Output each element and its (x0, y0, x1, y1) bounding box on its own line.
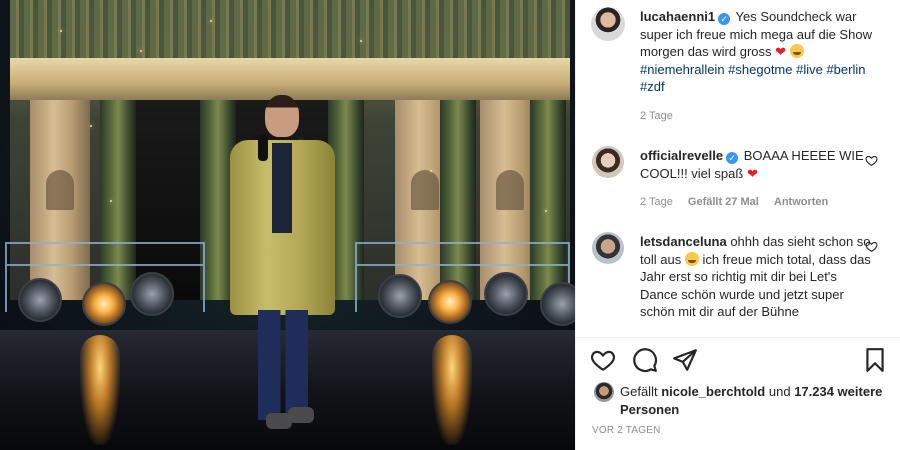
comment: officialrevelle ✓ BOAAA HEEEE WIE COOL!!!… (640, 147, 878, 182)
heart-icon[interactable] (590, 347, 616, 373)
actions-divider (576, 337, 900, 338)
stage-light (378, 274, 422, 318)
heart-eyes-emoji (684, 251, 699, 266)
comment-avatar[interactable] (592, 232, 624, 264)
comment-bubble-icon[interactable] (632, 347, 658, 373)
comment-username[interactable]: letsdanceluna (640, 234, 727, 249)
likes-prefix: Gefällt (620, 384, 658, 399)
bookmark-icon[interactable] (862, 347, 888, 373)
comment: letsdanceluna ohhh das sieht schon so to… (640, 233, 878, 333)
red-heart-emoji: ❤ (746, 165, 758, 181)
post-details-panel: lucahaenni1 ✓ Yes Soundcheck war super ic… (575, 0, 900, 450)
comment-meta: 2 Tage Gefällt 27 Mal Antworten (640, 196, 840, 208)
comment-time: 2 Tage (640, 196, 673, 208)
author-username[interactable]: lucahaenni1 (640, 9, 715, 24)
likes-connector: und (768, 384, 791, 399)
paper-plane-icon[interactable] (672, 347, 698, 373)
verified-badge-icon: ✓ (726, 152, 739, 164)
comment-like-heart-icon[interactable] (865, 240, 878, 253)
comment-like-heart-icon[interactable] (865, 154, 878, 167)
caption-timestamp: 2 Tage (640, 110, 673, 122)
verified-badge-icon: ✓ (718, 13, 731, 25)
liker-avatar[interactable] (594, 382, 614, 402)
stage-light (484, 272, 528, 316)
post-caption: lucahaenni1 ✓ Yes Soundcheck war super ic… (640, 8, 878, 96)
caption-hashtags[interactable]: #niemehrallein #shegotme #live #berlin #… (640, 62, 865, 95)
stage-light (18, 278, 62, 322)
comment-like-count[interactable]: Gefällt 27 Mal (688, 196, 759, 208)
post-timestamp: VOR 2 TAGEN (592, 425, 661, 436)
heart-eyes-emoji (789, 44, 804, 58)
instagram-post-view: lucahaenni1 ✓ Yes Soundcheck war super ic… (0, 0, 900, 450)
likes-summary: Gefällt nicole_berchtold und 17.234 weit… (620, 383, 890, 418)
stage-light (428, 280, 472, 324)
singer-figure (230, 95, 335, 435)
stage-light (130, 272, 174, 316)
reply-button[interactable]: Antworten (774, 196, 828, 208)
post-actions-bar (590, 347, 888, 375)
post-photo[interactable] (0, 0, 575, 450)
stage-light (82, 282, 126, 326)
comment-avatar[interactable] (592, 146, 624, 178)
author-avatar[interactable] (591, 7, 625, 41)
red-heart-emoji: ❤ (775, 44, 787, 59)
comment-username[interactable]: officialrevelle (640, 148, 723, 163)
liker-username[interactable]: nicole_berchtold (661, 384, 765, 399)
